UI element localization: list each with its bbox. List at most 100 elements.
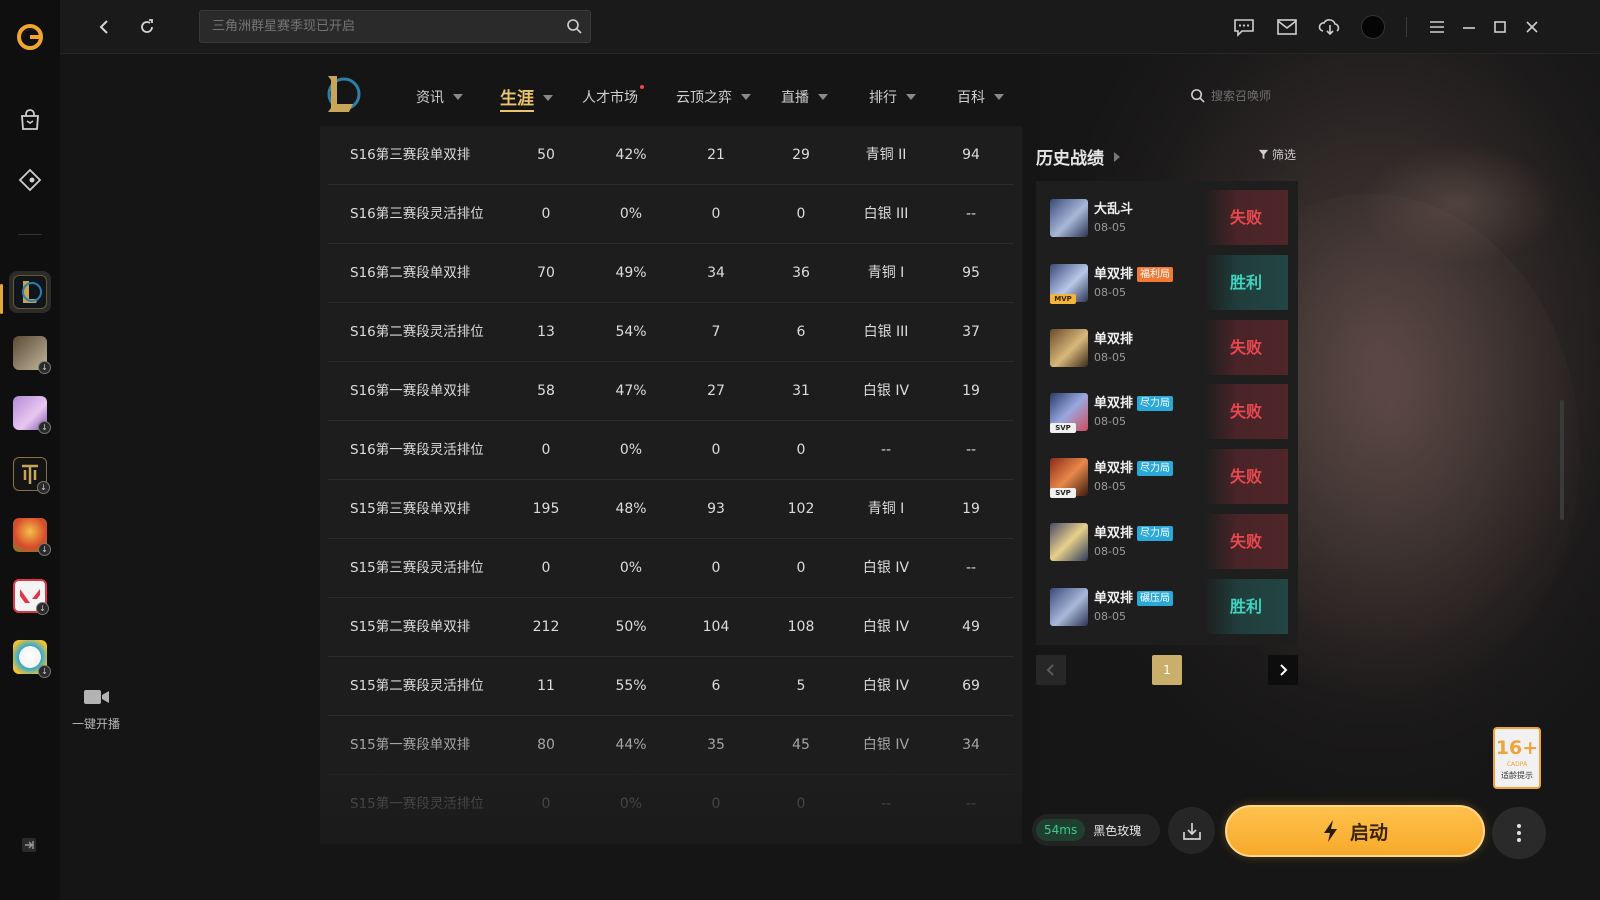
sidebar-game-valorant[interactable]: ↓ [9, 575, 51, 617]
tab-career[interactable]: 生涯 [500, 84, 553, 112]
wins: 7 [711, 324, 721, 340]
summoner-search[interactable]: 搜索召唤师 [1190, 87, 1271, 104]
download-icon [1318, 19, 1340, 36]
lol-icon [13, 275, 47, 309]
rank-tier: 白银 III [863, 324, 909, 340]
losses: 102 [787, 501, 815, 517]
rank-tier: 白银 III [863, 206, 909, 222]
collapse-arrow-icon [22, 838, 36, 852]
tab-ranking[interactable]: 排行 [869, 87, 916, 107]
table-row: S15第二赛段灵活排位 11 55% 6 5 白银 IV 69 [328, 657, 1014, 716]
win-rate: 55% [615, 678, 647, 694]
sidebar-game-5[interactable]: ↓ [9, 514, 51, 556]
queue-name: S16第三赛段灵活排位 [350, 206, 484, 222]
launch-label: 启动 [1349, 821, 1388, 844]
filter-button[interactable]: 筛选 [1258, 146, 1296, 163]
losses: 5 [796, 678, 806, 694]
sidebar-game-lol[interactable] [9, 271, 51, 313]
topbar-divider [1406, 17, 1407, 37]
match-quality-badge: 尽力局 [1137, 526, 1174, 541]
server-status[interactable]: 54ms 黑色玫瑰 [1032, 814, 1160, 846]
minimize-button[interactable] [1455, 13, 1483, 41]
match-quality-badge: 尽力局 [1137, 396, 1174, 412]
tab-news[interactable]: 资讯 [416, 87, 463, 107]
champion-portrait [1050, 587, 1088, 626]
more-dot [1517, 831, 1521, 835]
refresh-icon [141, 19, 153, 33]
more-options-button[interactable] [1492, 807, 1546, 859]
win-rate: 42% [615, 147, 647, 163]
match-quality-badge: 尽力局 [1137, 461, 1174, 477]
store-search-input[interactable] [200, 11, 560, 42]
match-item[interactable]: 单双排 碾压局 08-05 胜利 [1036, 570, 1298, 634]
sidebar-game-4[interactable]: ↓ [9, 453, 51, 495]
user-avatar[interactable] [1359, 13, 1387, 41]
tab-wiki[interactable]: 百科 [957, 87, 1004, 107]
league-points: 19 [962, 383, 980, 399]
search-icon [1191, 89, 1205, 103]
match-date: 08-05 [1094, 609, 1126, 623]
rank-tier: -- [880, 796, 892, 812]
game-download-button[interactable] [1168, 807, 1215, 854]
store-button[interactable] [9, 99, 51, 141]
main-menu-button[interactable] [1423, 13, 1451, 41]
match-history-title-text: 历史战绩 [1036, 149, 1104, 169]
next-page-button[interactable] [1268, 655, 1298, 685]
close-button[interactable] [1518, 13, 1546, 41]
page-scrollbar[interactable] [1560, 400, 1564, 520]
match-mode-label: 单双排 [1094, 396, 1134, 412]
wegame-logo[interactable] [9, 16, 51, 58]
game-library-button[interactable] [9, 159, 51, 201]
wins: 27 [707, 383, 725, 399]
wins: 93 [707, 501, 725, 517]
chat-button[interactable] [1230, 13, 1258, 41]
match-item[interactable]: 单双排 尽力局 08-05 失败 [1036, 505, 1298, 569]
chevron-down-icon [741, 94, 751, 100]
lol-logo[interactable] [322, 72, 362, 116]
tab-ranking-label: 排行 [869, 90, 897, 106]
tab-live[interactable]: 直播 [781, 87, 828, 107]
rank-tier: 白银 IV [862, 383, 910, 399]
download-badge-icon: ↓ [38, 421, 51, 434]
sidebar: ↓ ↓ ↓ ↓ ↓ ↓ [0, 0, 60, 900]
sidebar-game-7[interactable]: ↓ [9, 636, 51, 678]
wins: 6 [711, 678, 721, 694]
back-button[interactable] [90, 13, 118, 41]
rank-tier: -- [880, 442, 892, 458]
losses: 29 [792, 147, 810, 163]
match-item[interactable]: MVP 单双排 福利局 08-05 胜利 [1036, 246, 1298, 310]
download-manager-button[interactable] [1316, 13, 1344, 41]
performance-tag: MVP [1050, 293, 1076, 304]
go-live-button[interactable]: 一键开播 [64, 686, 128, 732]
table-row: S15第一赛段灵活排位 0 0% 0 0 -- -- [328, 775, 1014, 834]
match-item[interactable]: 单双排 08-05 失败 [1036, 311, 1298, 375]
tab-talent-market[interactable]: 人才市场 [582, 85, 644, 107]
lol-logo-icon [327, 76, 361, 112]
search-icon[interactable] [566, 18, 582, 34]
league-points: 49 [962, 619, 980, 635]
sidebar-game-2[interactable]: ↓ [9, 332, 51, 374]
maximize-button[interactable] [1486, 13, 1514, 41]
wins: 21 [707, 147, 725, 163]
age-rating-badge: 16+ CADPA 适龄提示 [1493, 727, 1541, 789]
match-date: 08-05 [1094, 285, 1126, 299]
launch-button[interactable]: 启动 [1225, 805, 1485, 857]
match-result: 失败 [1204, 514, 1288, 569]
prev-page-button[interactable] [1036, 655, 1066, 685]
game-2-icon: ↓ [13, 336, 51, 374]
sidebar-game-3[interactable]: ↓ [9, 392, 51, 434]
queue-name: S16第二赛段单双排 [350, 265, 471, 281]
losses: 0 [796, 206, 806, 222]
lightning-icon [1323, 820, 1337, 842]
match-history-title[interactable]: 历史战绩 [1036, 144, 1120, 169]
current-page[interactable]: 1 [1152, 655, 1182, 685]
wins: 0 [711, 206, 721, 222]
match-item[interactable]: SVP 单双排 尽力局 08-05 失败 [1036, 375, 1298, 440]
sidebar-collapse-button[interactable] [18, 834, 40, 856]
minimize-icon [1463, 27, 1475, 29]
refresh-button[interactable] [133, 13, 161, 41]
tab-tft[interactable]: 云顶之弈 [676, 87, 751, 107]
match-item[interactable]: 大乱斗 08-05 失败 [1036, 181, 1298, 245]
match-item[interactable]: SVP 单双排 尽力局 08-05 失败 [1036, 440, 1298, 505]
mail-button[interactable] [1273, 13, 1301, 41]
